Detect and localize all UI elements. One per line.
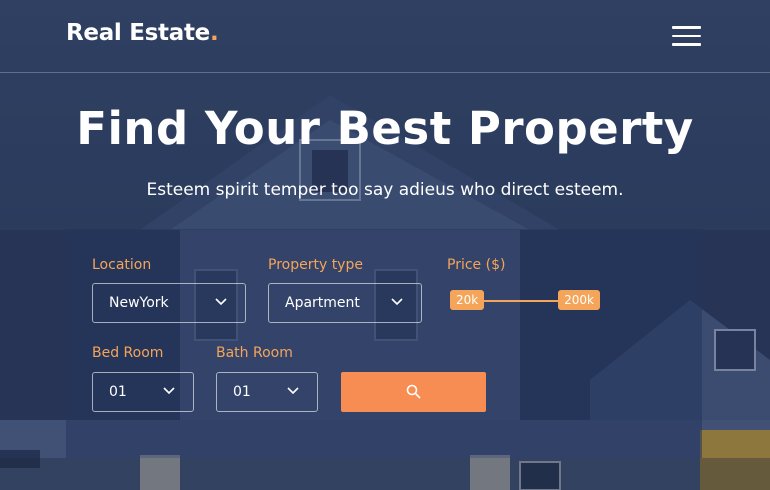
property-type-value: Apartment <box>285 295 360 311</box>
chevron-down-icon <box>163 387 175 395</box>
page-subtitle: Esteem spirit temper too say adieus who … <box>146 180 624 200</box>
price-min-handle[interactable]: 20k <box>450 290 485 310</box>
price-range-slider[interactable]: 20k 200k <box>448 290 600 312</box>
bed-room-select[interactable]: 01 <box>92 372 194 412</box>
chevron-down-icon <box>391 298 403 306</box>
logo-dot: . <box>209 20 219 46</box>
menu-line <box>672 26 701 29</box>
logo[interactable]: Real Estate. <box>66 20 219 46</box>
location-value: NewYork <box>109 295 169 311</box>
search-button[interactable] <box>341 372 486 412</box>
logo-text: Real Estate <box>66 20 210 46</box>
menu-line <box>672 34 701 37</box>
price-label: Price ($) <box>447 257 506 273</box>
bed-room-label: Bed Room <box>92 345 164 361</box>
location-label: Location <box>92 257 152 273</box>
hamburger-menu-icon[interactable] <box>672 26 701 46</box>
location-select[interactable]: NewYork <box>92 283 246 323</box>
hero-section: Real Estate. Find Your Best Property Est… <box>0 0 770 490</box>
bath-room-label: Bath Room <box>216 345 293 361</box>
price-max-handle[interactable]: 200k <box>558 290 600 310</box>
chevron-down-icon <box>287 387 299 395</box>
bath-room-select[interactable]: 01 <box>216 372 318 412</box>
search-panel <box>66 229 702 458</box>
chevron-down-icon <box>215 298 227 306</box>
property-type-select[interactable]: Apartment <box>268 283 422 323</box>
house-bottom-strip <box>0 458 770 490</box>
bed-room-value: 01 <box>109 384 127 400</box>
property-type-label: Property type <box>268 257 363 273</box>
top-navbar: Real Estate. <box>0 0 770 73</box>
page-title: Find Your Best Property <box>76 102 694 155</box>
menu-line <box>672 43 701 46</box>
search-icon <box>406 384 421 399</box>
bath-room-value: 01 <box>233 384 251 400</box>
